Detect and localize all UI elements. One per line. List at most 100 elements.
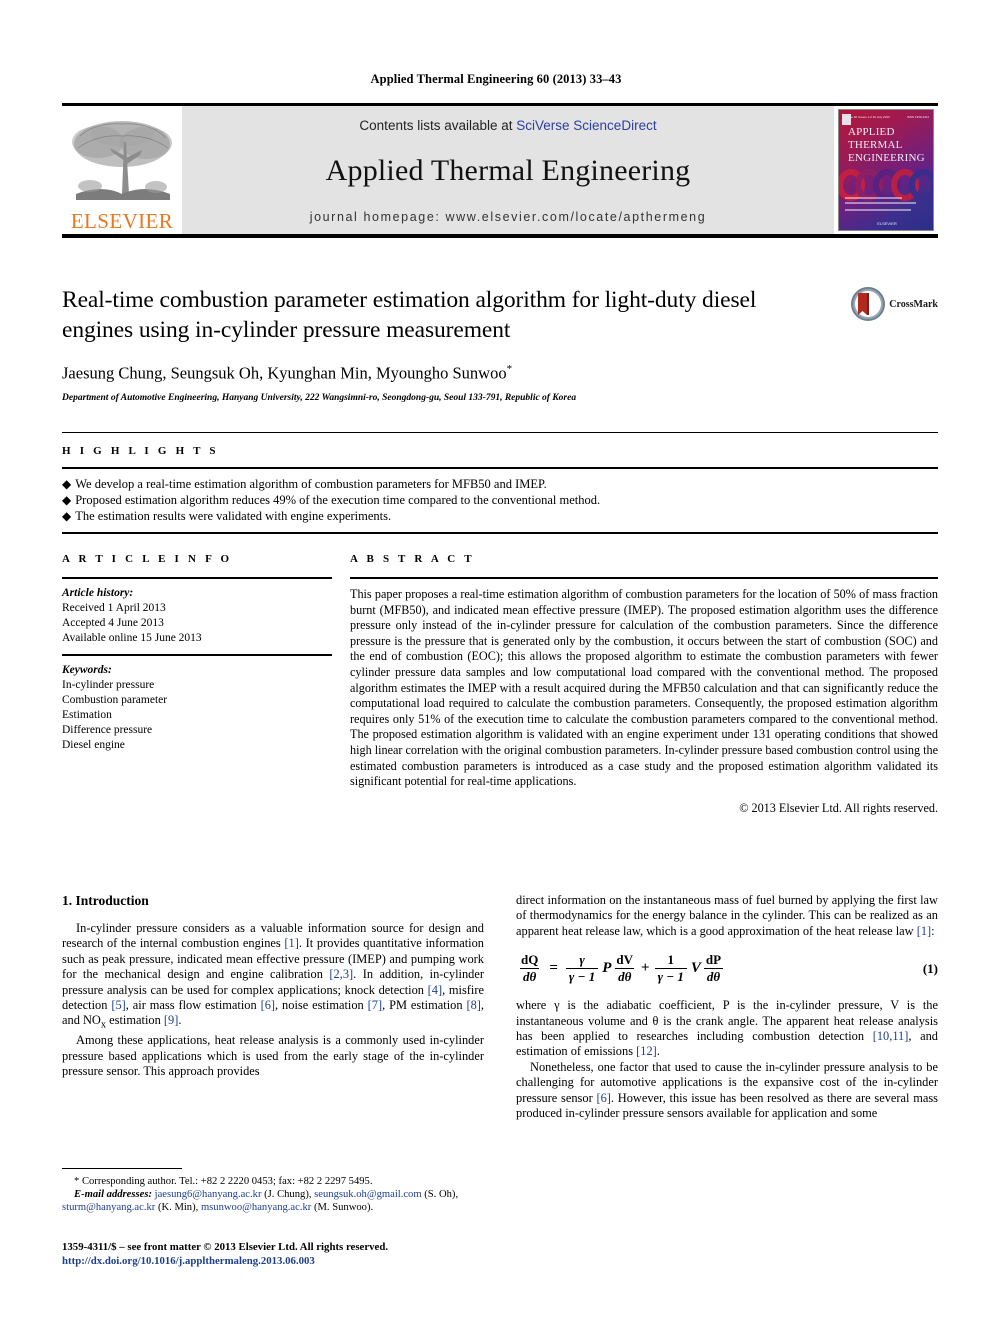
highlight-text: The estimation results were validated wi… xyxy=(75,509,392,523)
email-owner: (J. Chung) xyxy=(264,1189,309,1201)
doi-link[interactable]: http://dx.doi.org/10.1016/j.applthermale… xyxy=(62,1254,484,1268)
keyword-item: Difference pressure xyxy=(62,724,153,736)
article-history-online: Available online 15 June 2013 xyxy=(62,632,202,644)
eq-lhs-fraction: dQ dθ xyxy=(518,952,541,985)
eq-term2-fraction: 1 γ − 1 xyxy=(654,952,687,985)
footnote-block: * Corresponding author. Tel.: +82 2 2220… xyxy=(62,1168,484,1215)
cover-volume-text: Volume 60 Issues 1-2 10 July 2013 xyxy=(843,115,890,119)
masthead-bottom-rule xyxy=(62,233,938,238)
journal-title: Applied Thermal Engineering xyxy=(325,154,691,187)
article-history-received: Received 1 April 2013 xyxy=(62,602,166,614)
highlights-list: ◆ We develop a real-time estimation algo… xyxy=(62,469,938,532)
info-abstract-section: A R T I C L E I N F O Article history: R… xyxy=(62,553,938,816)
email-link[interactable]: msunwoo@hanyang.ac.kr xyxy=(201,1202,311,1213)
body-columns: 1. Introduction In-cylinder pressure con… xyxy=(62,893,938,1121)
highlight-item: ◆ We develop a real-time estimation algo… xyxy=(62,476,938,492)
paragraph: direct information on the instantaneous … xyxy=(516,893,938,938)
eq-term1-variable: P xyxy=(602,960,612,977)
journal-homepage-link[interactable]: journal homepage: www.elsevier.com/locat… xyxy=(310,210,707,224)
eq-term2-numerator: 1 xyxy=(667,952,674,968)
section-heading-introduction: 1. Introduction xyxy=(62,893,149,908)
equation-number: (1) xyxy=(922,960,938,976)
abstract-heading: A B S T R A C T xyxy=(350,553,475,565)
bullet-icon: ◆ xyxy=(62,477,72,491)
title-block: Real-time combustion parameter estimatio… xyxy=(62,285,938,403)
issn-copyright-line: 1359-4311/$ – see front matter © 2013 El… xyxy=(62,1241,389,1253)
paper-page: Applied Thermal Engineering 60 (2013) 33… xyxy=(0,0,992,1323)
cover-top-meta: Volume 60 Issues 1-2 10 July 2013 ISSN 1… xyxy=(843,114,929,121)
eq-term1-denominator: γ − 1 xyxy=(565,968,599,985)
author-names: Jaesung Chung, Seungsuk Oh, Kyunghan Min… xyxy=(62,363,507,383)
eq-lhs-denominator: dθ xyxy=(520,968,540,985)
eq-term2-deriv-numerator: dP xyxy=(705,952,722,968)
highlights-heading: H I G H L I G H T S xyxy=(62,445,219,457)
footnote-rule xyxy=(62,1168,182,1169)
email-link[interactable]: jaesung6@hanyang.ac.kr xyxy=(155,1189,262,1200)
highlight-item: ◆ The estimation results were validated … xyxy=(62,508,938,524)
eq-term1-numerator: γ xyxy=(579,952,585,968)
body-column-left: 1. Introduction In-cylinder pressure con… xyxy=(62,893,484,1121)
equation-expression: dQ dθ = γ γ − 1 P dV dθ + 1 γ − 1 V dP d… xyxy=(516,952,726,985)
email-owner: (S. Oh) xyxy=(424,1189,456,1201)
corresponding-author-note: * Corresponding author. Tel.: +82 2 2220… xyxy=(74,1176,373,1187)
sciencedirect-link[interactable]: SciVerse ScienceDirect xyxy=(516,118,656,133)
eq-term2-deriv-denominator: dθ xyxy=(703,968,724,985)
page-title: Real-time combustion parameter estimatio… xyxy=(62,287,757,343)
cover-footer-lines xyxy=(845,196,927,214)
affiliation: Department of Automotive Engineering, Ha… xyxy=(62,392,577,403)
eq-term2-derivative: dP dθ xyxy=(703,952,724,985)
cover-issn-text: ISSN 1359-4311 xyxy=(907,115,929,119)
email-link[interactable]: sturm@hanyang.ac.kr xyxy=(62,1202,155,1213)
eq-plus-sign: + xyxy=(641,960,650,977)
body-column-right: direct information on the instantaneous … xyxy=(516,893,938,1121)
cover-title: APPLIED THERMAL ENGINEERING xyxy=(848,126,925,165)
eq-term1-derivative: dV dθ xyxy=(613,952,636,985)
corresponding-author-marker: * xyxy=(506,363,513,375)
eq-term1-fraction: γ γ − 1 xyxy=(565,952,599,985)
abstract-column: A B S T R A C T This paper proposes a re… xyxy=(350,553,938,816)
keyword-item: Estimation xyxy=(62,709,112,721)
running-head: Applied Thermal Engineering 60 (2013) 33… xyxy=(370,72,622,86)
paragraph: where γ is the adiabatic coefficient, P … xyxy=(516,998,938,1059)
journal-masthead: ELSEVIER Contents lists available at Sci… xyxy=(62,103,938,238)
eq-term2-variable: V xyxy=(690,960,701,977)
abstract-copyright: © 2013 Elsevier Ltd. All rights reserved… xyxy=(739,800,938,815)
email-addresses-label: E-mail addresses: xyxy=(74,1189,152,1201)
paragraph: Among these applications, heat release a… xyxy=(62,1033,484,1079)
elsevier-wordmark: ELSEVIER xyxy=(70,208,174,233)
contents-available-line: Contents lists available at SciVerse Sci… xyxy=(359,118,656,133)
eq-equals-sign: = xyxy=(549,960,558,977)
article-history-label: Article history: xyxy=(62,587,134,599)
keyword-item: Diesel engine xyxy=(62,739,125,751)
elsevier-tree-icon xyxy=(72,120,172,200)
abstract-text: This paper proposes a real-time estimati… xyxy=(350,587,938,789)
highlight-text: We develop a real-time estimation algori… xyxy=(75,477,547,491)
paragraph: Nonetheless, one factor that used to cau… xyxy=(516,1059,938,1121)
cover-title-line2: THERMAL xyxy=(848,138,903,151)
article-history-accepted: Accepted 4 June 2013 xyxy=(62,617,164,629)
crossmark-badge[interactable]: CrossMark xyxy=(851,287,938,321)
highlight-text: Proposed estimation algorithm reduces 49… xyxy=(75,493,601,507)
email-link[interactable]: seungsuk.oh@gmail.com xyxy=(314,1189,421,1200)
contents-prefix-text: Contents lists available at xyxy=(359,117,517,133)
article-info-column: A R T I C L E I N F O Article history: R… xyxy=(62,553,332,816)
eq-term1-deriv-numerator: dV xyxy=(616,952,633,968)
bullet-icon: ◆ xyxy=(62,509,72,523)
article-history-group: Article history: Received 1 April 2013 A… xyxy=(62,579,332,654)
eq-term2-denominator: γ − 1 xyxy=(654,968,687,985)
highlight-item: ◆ Proposed estimation algorithm reduces … xyxy=(62,492,938,508)
email-addresses-note: E-mail addresses: jaesung6@hanyang.ac.kr… xyxy=(62,1189,459,1214)
keyword-item: In-cylinder pressure xyxy=(62,679,155,691)
cover-brand-text: ELSEVIER xyxy=(877,220,897,226)
crossmark-label: CrossMark xyxy=(889,298,938,310)
cover-artwork: Volume 60 Issues 1-2 10 July 2013 ISSN 1… xyxy=(838,108,934,231)
contents-band: Contents lists available at SciVerse Sci… xyxy=(182,105,834,234)
eq-lhs-numerator: dQ xyxy=(521,952,539,968)
highlights-section: H I G H L I G H T S ◆ We develop a real-… xyxy=(62,432,938,534)
article-info-heading: A R T I C L E I N F O xyxy=(62,553,233,565)
keywords-label: Keywords: xyxy=(62,664,112,676)
email-owner: (M. Sunwoo) xyxy=(313,1202,371,1214)
cover-title-line3: ENGINEERING xyxy=(848,151,925,164)
paragraph: In-cylinder pressure considers as a valu… xyxy=(62,921,484,1031)
cover-title-line1: APPLIED xyxy=(848,125,895,138)
